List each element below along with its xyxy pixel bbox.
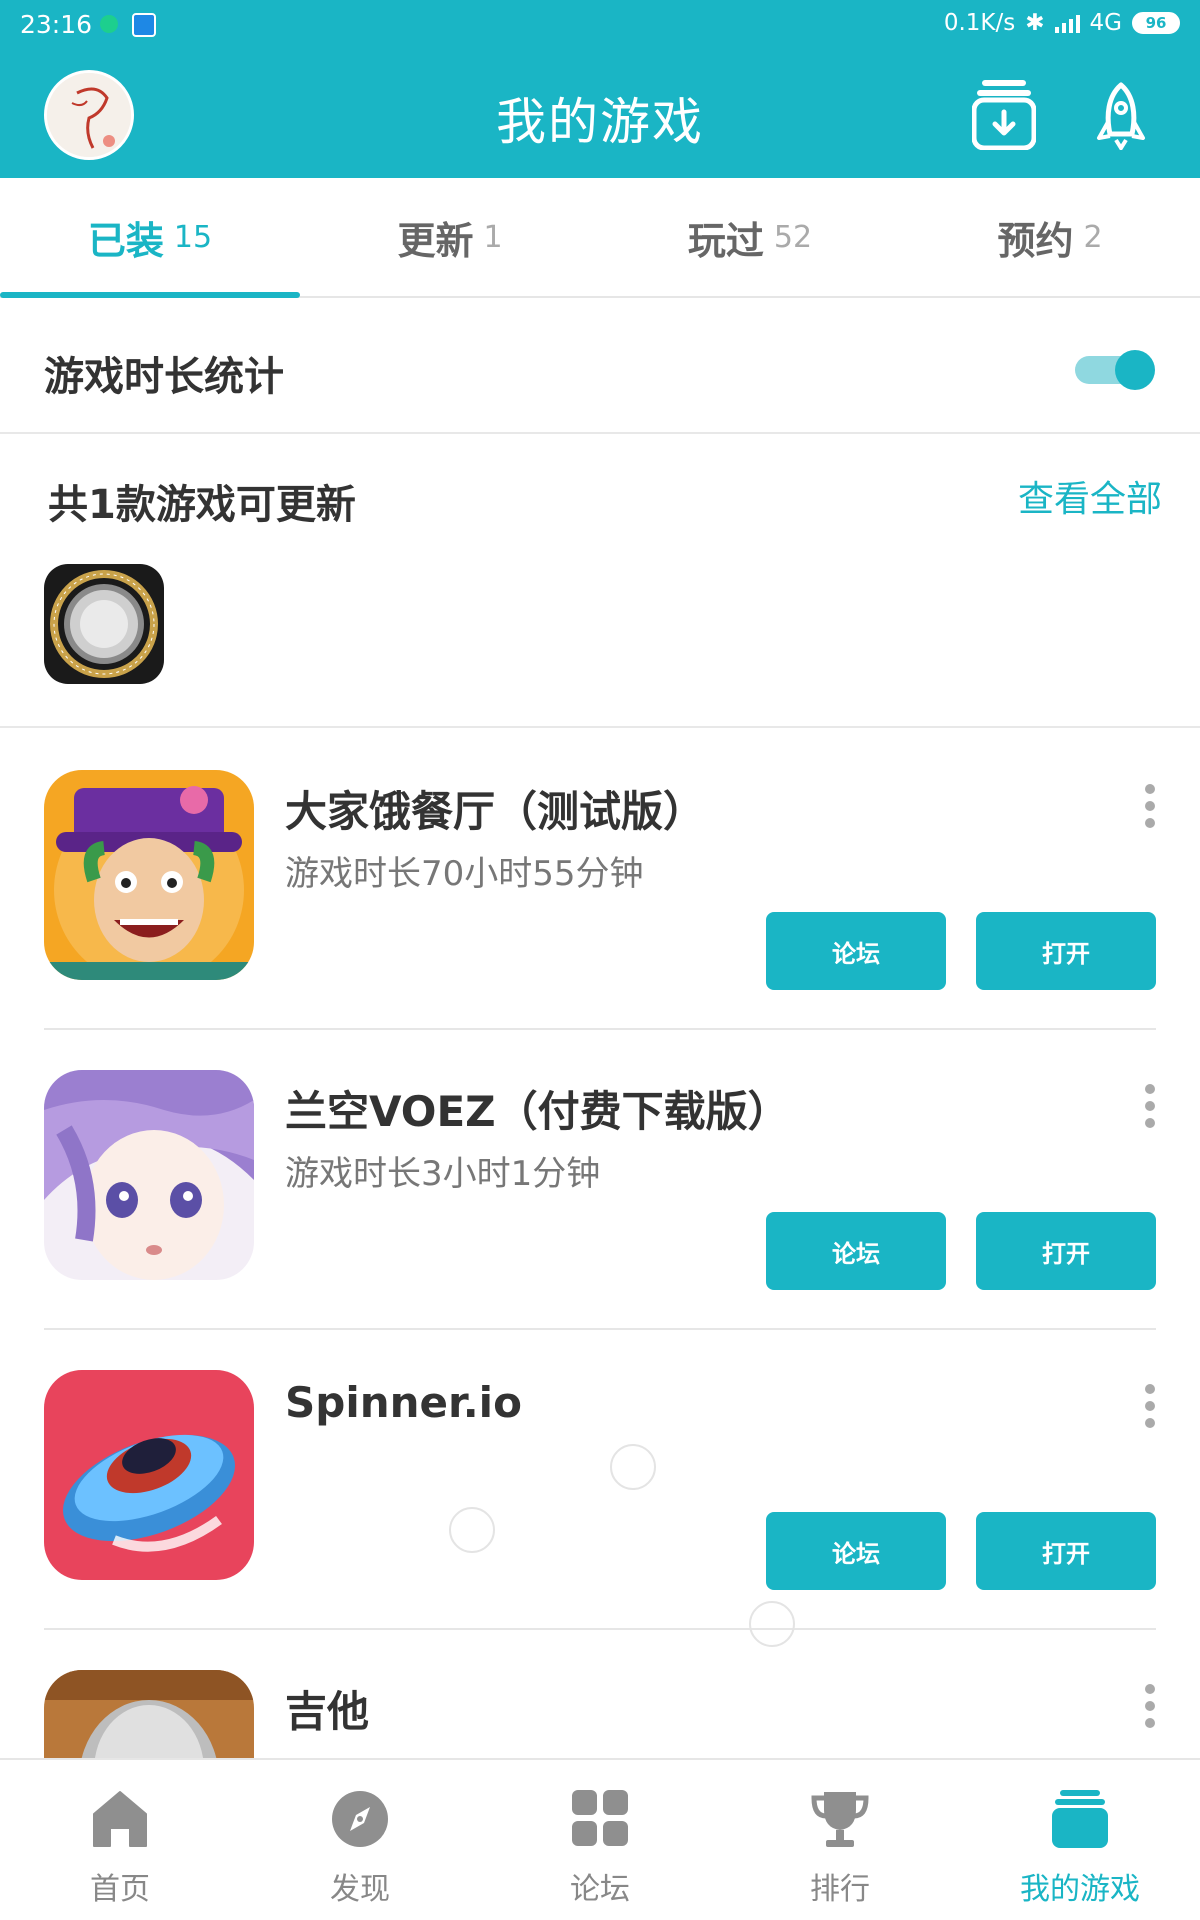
game-playtime: 游戏时长70小时55分钟 [285,854,644,894]
tab-count: 15 [173,219,213,255]
tab-label: 玩过 [687,218,764,263]
bottom-nav: 首页 发现 论坛 排行 我的游戏 [0,1758,1200,1920]
tab-count: 2 [1083,219,1103,255]
nav-home[interactable]: 首页 [0,1760,240,1920]
open-button[interactable]: 打开 [976,1512,1156,1590]
tab-count: 1 [483,219,503,255]
signal-icon [1054,13,1080,33]
game-playtime: 游戏时长3小时1分钟 [285,1154,601,1194]
forum-button[interactable]: 论坛 [766,1212,946,1290]
game-icon[interactable] [44,1370,254,1580]
more-options-icon[interactable] [1142,1084,1158,1128]
top-bar: 23:16 0.1K/s ✱ 4G 96 我的游戏 [0,0,1200,178]
nav-label: 排行 [810,1872,870,1907]
network-type: 4G [1089,10,1122,36]
tab-installed[interactable]: 已装 15 [0,178,300,298]
network-speed: 0.1K/s [943,10,1016,36]
forum-button[interactable]: 论坛 [766,912,946,990]
tab-label: 更新 [397,218,474,263]
update-game-icon[interactable] [44,564,164,684]
game-item[interactable]: 吉他 [0,1630,1200,1758]
notification-dot-icon [100,15,118,33]
toggle-knob [1115,350,1155,390]
game-icon[interactable] [44,1070,254,1280]
game-icon[interactable] [44,770,254,980]
tab-updates[interactable]: 更新 1 [300,178,600,296]
playtime-stats-row: 游戏时长统计 [0,300,1200,434]
status-right: 0.1K/s ✱ 4G 96 [944,10,1180,36]
game-name: 大家饿餐厅（测试版） [285,787,706,836]
magic-circle-icon [44,564,164,684]
game-name: 兰空VOEZ（付费下载版） [285,1087,790,1136]
updates-title: 共1款游戏可更新 [48,482,356,528]
rocket-icon[interactable] [1096,82,1146,150]
tab-label: 已装 [87,218,164,263]
playtime-stats-label: 游戏时长统计 [44,354,284,400]
nav-my-games[interactable]: 我的游戏 [960,1760,1200,1920]
my-games-icon [1052,1790,1108,1848]
more-options-icon[interactable] [1142,784,1158,828]
nav-discover[interactable]: 发现 [240,1760,480,1920]
battery-icon: 96 [1132,12,1180,34]
open-button[interactable]: 打开 [976,1212,1156,1290]
nav-label: 首页 [90,1872,150,1907]
restaurant-game-icon [44,770,254,980]
bluetooth-icon: ✱ [1025,10,1045,36]
forum-button[interactable]: 论坛 [766,1512,946,1590]
open-button[interactable]: 打开 [976,912,1156,990]
updates-section: 共1款游戏可更新 查看全部 [0,436,1200,728]
nav-label: 论坛 [570,1872,630,1907]
game-item[interactable]: Spinner.io 论坛 打开 [0,1330,1200,1630]
tab-count: 52 [773,219,813,255]
trophy-icon [811,1792,869,1847]
home-icon [93,1791,147,1847]
grid-icon [572,1790,628,1846]
playtime-stats-toggle[interactable] [1075,350,1155,390]
nav-label: 发现 [330,1872,390,1907]
touch-indicator [610,1444,656,1490]
tab-bar: 已装 15 更新 1 玩过 52 预约 2 [0,178,1200,298]
more-options-icon[interactable] [1142,1684,1158,1728]
notification-app-icon [132,13,156,37]
tab-label: 预约 [997,218,1074,263]
game-item[interactable]: 兰空VOEZ（付费下载版） 游戏时长3小时1分钟 论坛 打开 [0,1030,1200,1330]
game-name: Spinner.io [285,1378,522,1427]
more-options-icon[interactable] [1142,1384,1158,1428]
download-icon[interactable] [972,78,1036,150]
voez-game-icon [44,1070,254,1280]
tab-reserved[interactable]: 预约 2 [900,178,1200,296]
nav-ranking[interactable]: 排行 [720,1760,960,1920]
touch-indicator [449,1507,495,1553]
status-bar: 23:16 0.1K/s ✱ 4G 96 [0,0,1200,52]
tab-played[interactable]: 玩过 52 [600,178,900,296]
spinner-game-icon [44,1370,254,1580]
game-item[interactable]: 大家饿餐厅（测试版） 游戏时长70小时55分钟 论坛 打开 [0,730,1200,1030]
view-all-link[interactable]: 查看全部 [1018,470,1162,522]
nav-label: 我的游戏 [1020,1872,1140,1907]
compass-icon [332,1791,388,1847]
game-name: 吉他 [285,1687,370,1736]
guitar-game-icon [44,1670,254,1758]
status-time: 23:16 [20,10,93,39]
game-icon[interactable] [44,1670,254,1758]
nav-forum[interactable]: 论坛 [480,1760,720,1920]
